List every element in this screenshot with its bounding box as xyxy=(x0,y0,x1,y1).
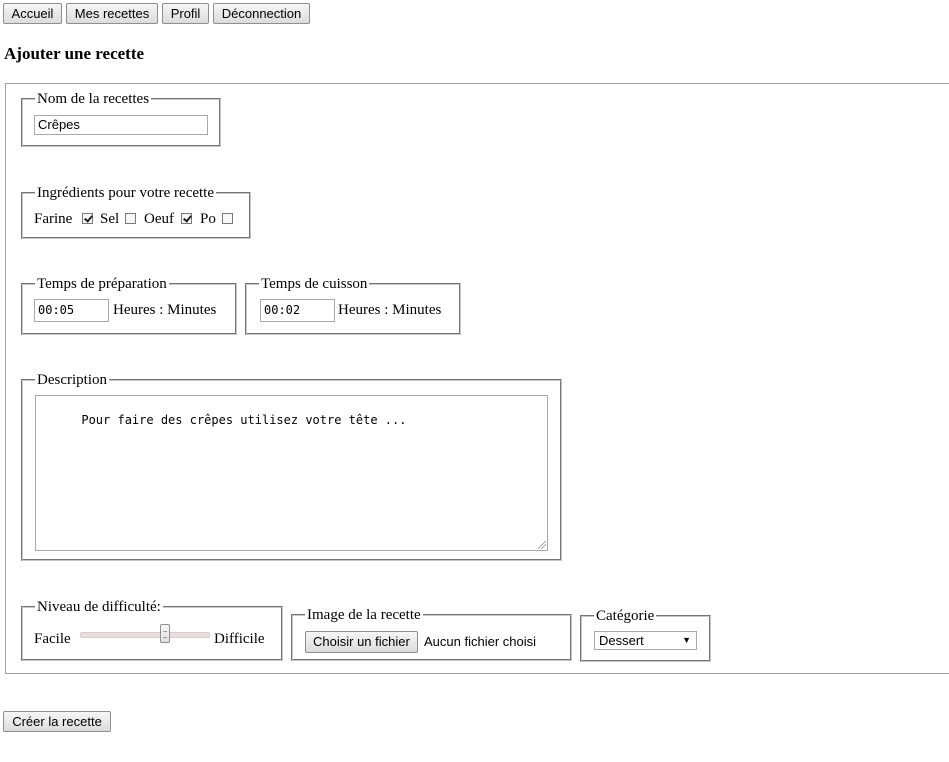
description-textarea[interactable]: Pour faire des crêpes utilisez votre têt… xyxy=(35,395,548,551)
create-recipe-button[interactable]: Créer la recette xyxy=(3,711,111,732)
difficulty-fieldset: Niveau de difficulté: Facile Difficile xyxy=(21,598,283,661)
logout-button[interactable]: Déconnection xyxy=(213,3,310,24)
difficulty-min-label: Facile xyxy=(34,631,71,647)
cook-time-input[interactable]: 00:02 xyxy=(260,299,335,322)
prep-time-input[interactable]: 00:05 xyxy=(34,299,109,322)
ingredients-legend: Ingrédients pour votre recette xyxy=(35,184,217,202)
category-fieldset: Catégorie Dessert ▼ xyxy=(580,607,711,662)
category-legend: Catégorie xyxy=(594,607,657,625)
choose-file-button[interactable]: Choisir un fichier xyxy=(305,631,418,653)
file-status-text: Aucun fichier choisi xyxy=(424,634,536,649)
ingredient-checkbox-sel[interactable] xyxy=(125,213,136,224)
image-fieldset: Image de la recette Choisir un fichier A… xyxy=(291,606,572,661)
recipe-form: Nom de la recettes Crêpes Ingrédients po… xyxy=(5,83,949,674)
home-button[interactable]: Accueil xyxy=(3,3,62,24)
recipe-name-fieldset: Nom de la recettes Crêpes xyxy=(21,90,221,147)
difficulty-slider-track xyxy=(80,632,210,638)
cook-time-unit: Heures : Minutes xyxy=(338,302,442,318)
description-legend: Description xyxy=(35,371,109,389)
prep-time-legend: Temps de préparation xyxy=(35,275,169,293)
ingredient-label-po: Po xyxy=(200,211,216,227)
difficulty-slider[interactable] xyxy=(80,624,210,644)
page-title: Ajouter une recette xyxy=(4,44,145,63)
ingredient-checkbox-po[interactable] xyxy=(222,213,233,224)
cook-time-legend: Temps de cuisson xyxy=(259,275,370,293)
chevron-down-icon: ▼ xyxy=(682,635,691,645)
profile-button[interactable]: Profil xyxy=(162,3,209,24)
description-text: Pour faire des crêpes utilisez votre têt… xyxy=(81,413,407,427)
recipe-name-legend: Nom de la recettes xyxy=(35,90,152,108)
difficulty-slider-thumb[interactable] xyxy=(160,624,170,643)
prep-time-fieldset: Temps de préparation 00:05 Heures : Minu… xyxy=(21,275,237,335)
category-select[interactable]: Dessert ▼ xyxy=(594,631,697,650)
ingredients-fieldset: Ingrédients pour votre recette Farine Se… xyxy=(21,184,251,239)
difficulty-legend: Niveau de difficulté: xyxy=(35,598,163,616)
prep-time-unit: Heures : Minutes xyxy=(113,302,217,318)
category-selected-value: Dessert xyxy=(599,633,644,648)
resize-handle-icon[interactable] xyxy=(538,541,546,549)
ingredient-checkbox-farine[interactable] xyxy=(82,213,93,224)
ingredient-label-oeuf: Oeuf xyxy=(144,211,174,227)
description-fieldset: Description Pour faire des crêpes utilis… xyxy=(21,371,562,561)
ingredient-checkbox-oeuf[interactable] xyxy=(181,213,192,224)
ingredient-label-sel: Sel xyxy=(100,211,120,227)
my-recipes-button[interactable]: Mes recettes xyxy=(66,3,158,24)
cook-time-fieldset: Temps de cuisson 00:02 Heures : Minutes xyxy=(245,275,461,335)
difficulty-max-label: Difficile xyxy=(214,631,265,647)
recipe-name-input[interactable]: Crêpes xyxy=(34,115,208,135)
ingredient-label-farine: Farine xyxy=(34,211,73,227)
image-legend: Image de la recette xyxy=(305,606,423,624)
